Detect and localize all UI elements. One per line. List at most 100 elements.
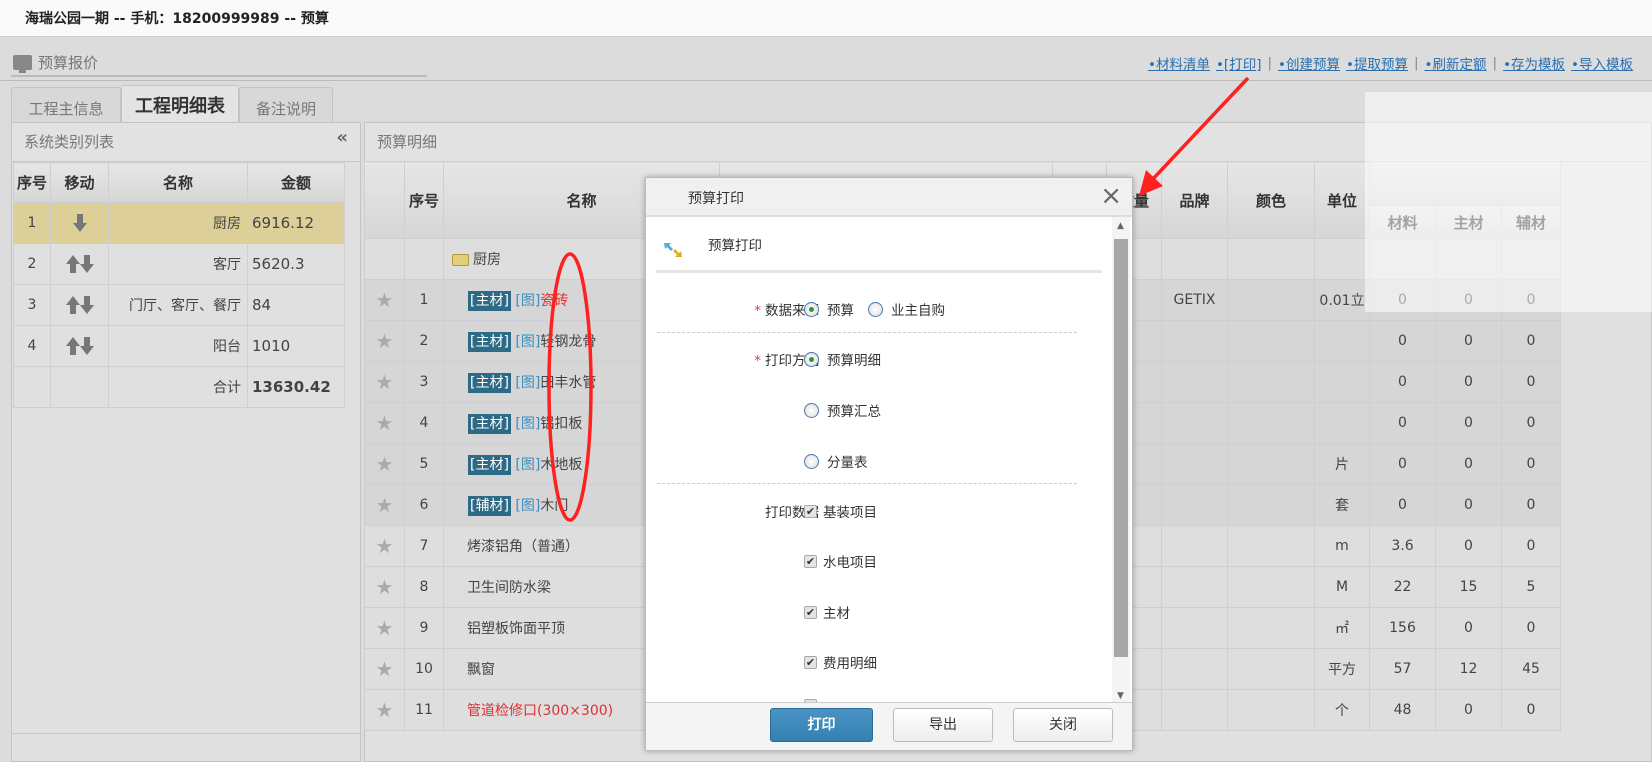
item-name: 轻钢龙骨 [540,334,597,350]
image-link[interactable]: [图] [515,293,540,309]
radio-icon[interactable] [804,453,819,469]
collapse-icon[interactable]: « [336,127,348,148]
row-unit [1314,320,1370,362]
row-color [1227,443,1315,485]
radio-icon[interactable] [804,301,819,317]
star-icon[interactable]: ★ [376,288,394,312]
row-material: 0 [1369,320,1436,362]
toolbar-link[interactable]: •提取预算 [1346,53,1408,73]
checkbox-main-material[interactable]: ✔ 主材 [804,602,850,622]
star-icon[interactable]: ★ [376,616,394,640]
star-icon[interactable]: ★ [376,534,394,558]
row-seq[interactable]: 11 [404,689,444,731]
row-color [1227,320,1315,362]
row-seq[interactable]: 2 [404,320,444,362]
row-seq[interactable]: 3 [404,361,444,403]
move-up-icon[interactable] [65,296,80,314]
move-up-icon[interactable] [65,337,80,355]
col-aux-material: 辅材 [1500,205,1562,239]
tab-project-details[interactable]: 工程明细表 [121,85,239,123]
star-icon[interactable]: ★ [376,411,394,435]
row-unit: 个 [1314,689,1370,731]
move-down-icon[interactable] [79,255,94,273]
radio-icon[interactable] [804,351,819,367]
row-color [1227,279,1315,321]
scroll-down-icon[interactable]: ▼ [1117,691,1124,701]
total-label: 合计 [108,366,248,408]
row-seq[interactable]: 7 [404,525,444,567]
toolbar-link[interactable]: •[打印] [1216,53,1262,73]
checkbox-basic[interactable]: ✔ 基装项目 [804,501,877,521]
checkbox-utilities[interactable]: ✔ 水电项目 [804,551,877,571]
checkbox-checked-icon[interactable]: ✔ [804,504,817,518]
radio-source-owner[interactable]: 业主自购 [868,299,945,319]
category-row[interactable]: 1 厨房 6916.12 [13,202,345,244]
row-aux-material: 0 [1500,402,1562,444]
radio-mode-quantity[interactable]: 分量表 [804,451,868,471]
radio-mode-summary[interactable]: 预算汇总 [804,400,881,420]
row-seq[interactable]: 6 [404,484,444,526]
tab-project-info[interactable]: 工程主信息 [11,87,121,122]
checkbox-checked-icon[interactable]: ✔ [804,655,817,669]
row-seq[interactable]: 9 [404,607,444,649]
row-amount: 84 [247,284,345,326]
row-color [1227,689,1315,731]
category-panel-title: 系统类别列表 [24,133,115,151]
star-icon[interactable]: ★ [376,575,394,599]
move-down-icon[interactable] [72,214,87,232]
image-link[interactable]: [图] [515,498,540,514]
checkbox-checked-icon[interactable]: ✔ [804,554,817,568]
radio-icon[interactable] [868,301,883,317]
row-seq[interactable]: 8 [404,566,444,608]
toolbar-link[interactable]: •材料清单 [1148,53,1210,73]
image-link[interactable]: [图] [515,457,540,473]
row-seq[interactable]: 1 [404,279,444,321]
row-aux-material: 0 [1500,361,1562,403]
close-icon[interactable]: × [1100,181,1122,211]
star-icon[interactable]: ★ [376,452,394,476]
row-name: 阳台 [108,325,248,367]
category-row[interactable]: 4 阳台 1010 [13,325,345,367]
checkbox-fees[interactable]: ✔ 费用明细 [804,652,877,672]
image-link[interactable]: [图] [515,416,540,432]
radio-mode-detail[interactable]: 预算明细 [804,349,881,369]
row-main-material: 0 [1435,607,1502,649]
row-material: 22 [1369,566,1436,608]
toolbar-link[interactable]: •存为模板 [1503,53,1565,73]
title-bar: 海瑞公园一期 -- 手机：18200999989 -- 预算 [0,0,1652,37]
row-aux-material: 0 [1500,525,1562,567]
star-icon[interactable]: ★ [376,493,394,517]
toolbar-link[interactable]: •创建预算 [1278,53,1340,73]
row-brand [1161,402,1228,444]
category-row[interactable]: 2 客厅 5620.3 [13,243,345,285]
star-icon[interactable]: ★ [376,657,394,681]
scrollbar[interactable]: ▲ ▼ [1112,217,1130,705]
move-down-icon[interactable] [79,337,94,355]
move-down-icon[interactable] [79,296,94,314]
row-seq[interactable]: 5 [404,443,444,485]
print-button[interactable]: 打印 [770,708,873,742]
row-seq[interactable]: 4 [404,402,444,444]
star-icon[interactable]: ★ [376,698,394,722]
export-button[interactable]: 导出 [893,708,993,742]
close-button[interactable]: 关闭 [1013,708,1113,742]
toolbar-link[interactable]: •刷新定额 [1425,53,1487,73]
divider [656,270,1102,273]
tab-remarks[interactable]: 备注说明 [239,87,333,122]
category-row[interactable]: 3 门厅、客厅、餐厅 84 [13,284,345,326]
star-icon[interactable]: ★ [376,370,394,394]
row-seq[interactable]: 10 [404,648,444,690]
toolbar-link[interactable]: •导入模板 [1571,53,1633,73]
item-name: 卫生间防水梁 [467,580,551,596]
star-icon[interactable]: ★ [376,329,394,353]
module-header: 预算报价 [13,52,98,73]
scrollbar-thumb[interactable] [1114,239,1128,657]
scroll-up-icon[interactable]: ▲ [1117,221,1124,231]
radio-icon[interactable] [804,402,819,418]
move-up-icon[interactable] [65,255,80,273]
image-link[interactable]: [图] [515,334,540,350]
image-link[interactable]: [图] [515,375,540,391]
radio-source-budget[interactable]: 预算 [804,299,854,319]
material-tag: [辅材] [468,496,511,516]
checkbox-checked-icon[interactable]: ✔ [804,605,817,619]
